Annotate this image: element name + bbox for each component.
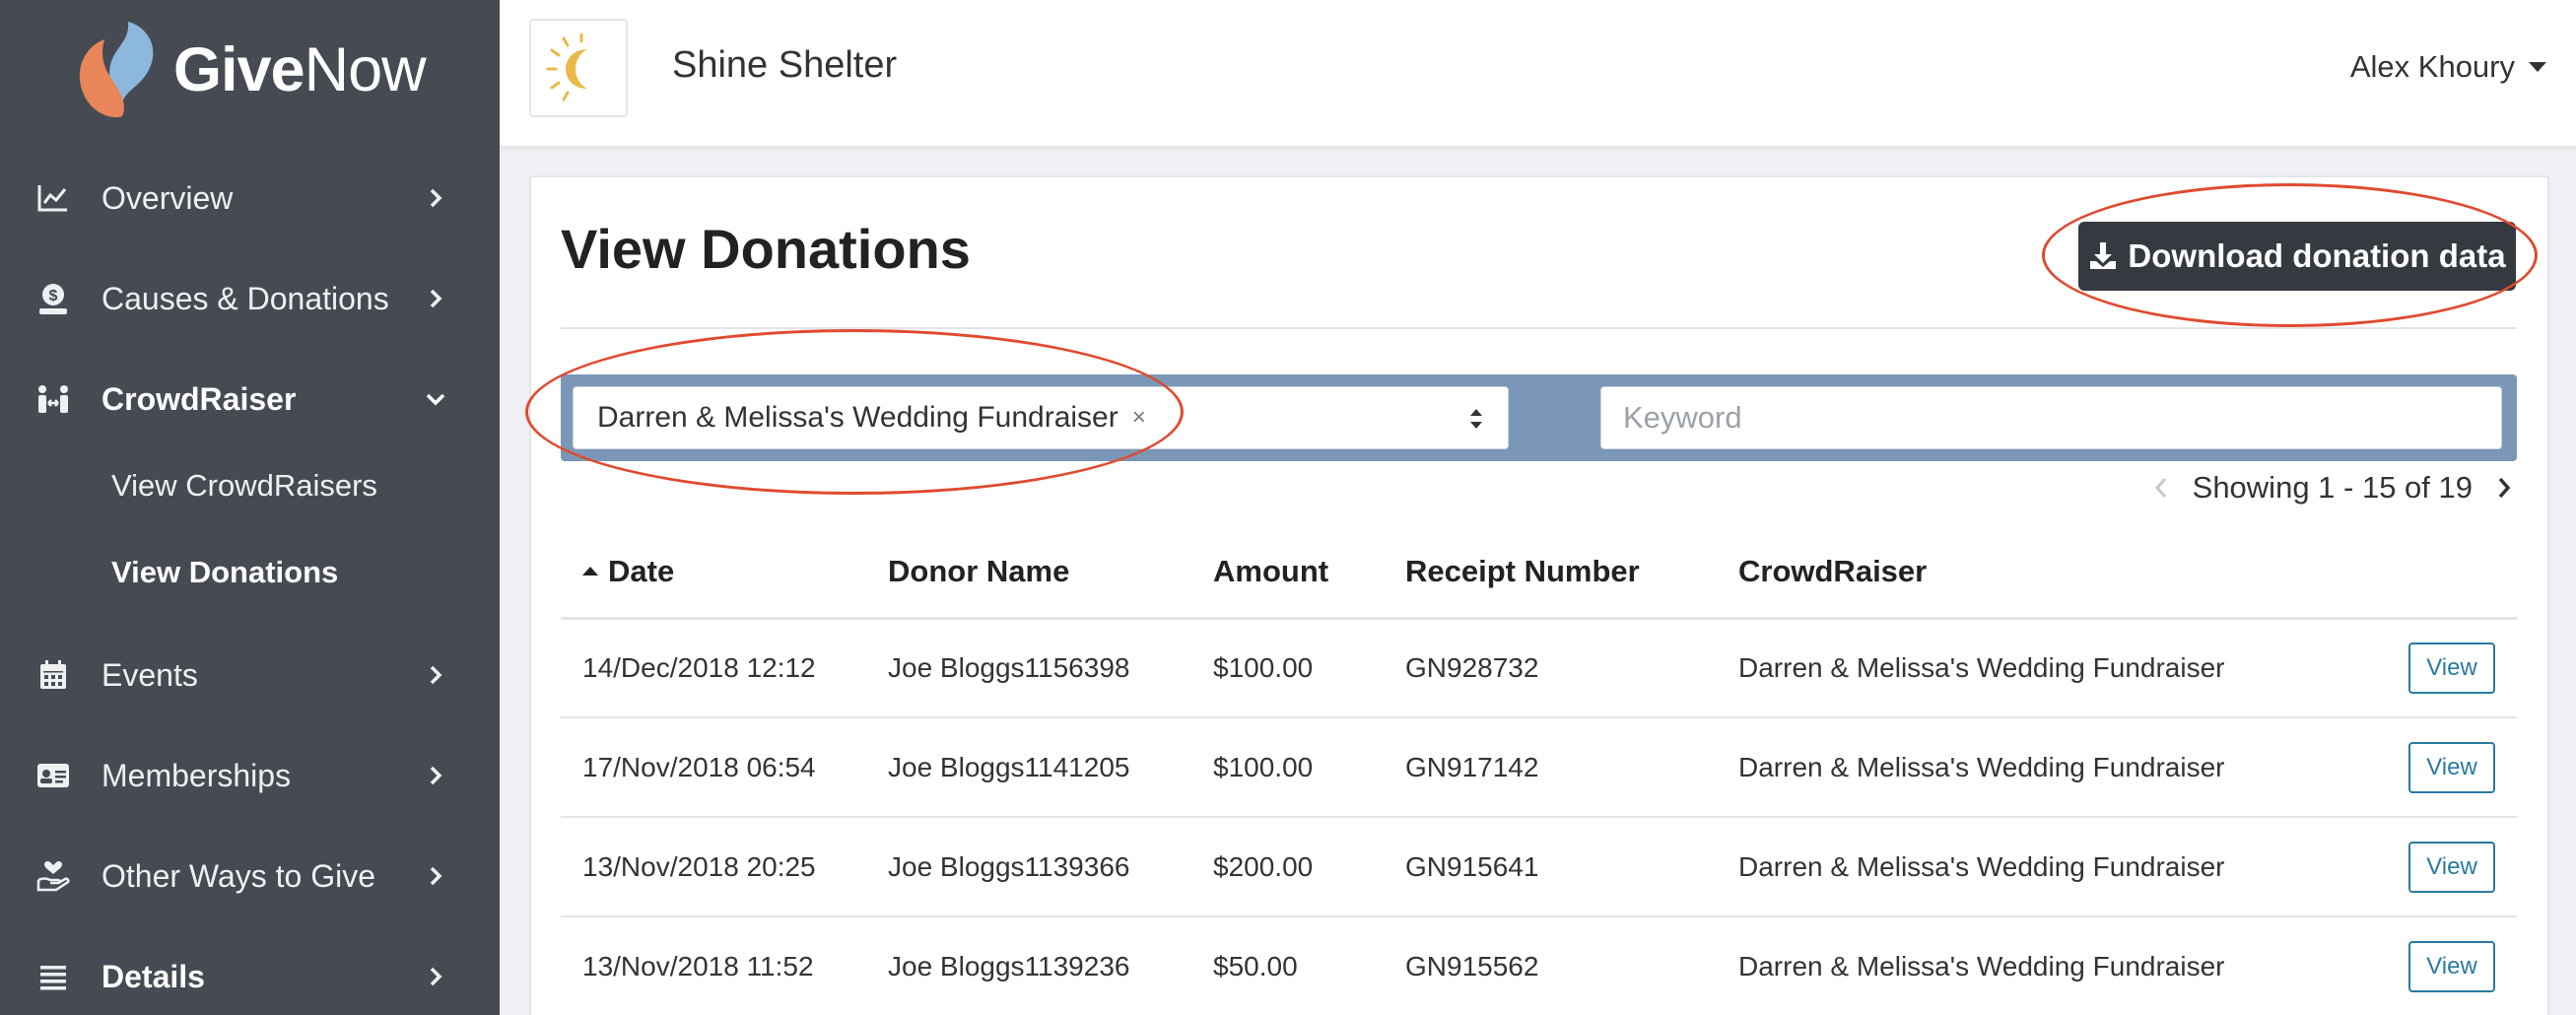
page-title: View Donations — [561, 218, 971, 280]
sidebar-item-label: Details — [102, 958, 205, 994]
org-name: Shine Shelter — [672, 44, 898, 86]
pagination-status: Showing 1 - 15 of 19 — [2192, 470, 2473, 505]
download-button-label: Download donation data — [2128, 237, 2506, 274]
cell-crowdraiser: Darren & Melissa's Wedding Fundraiser — [1738, 717, 2408, 818]
cell-amount: $100.00 — [1213, 618, 1405, 718]
crowdraiser-select[interactable]: Darren & Melissa's Wedding Fundraiser × — [573, 386, 1509, 449]
sidebar-item-crowdraiser[interactable]: CrowdRaiser — [0, 360, 500, 439]
table-row: 13/Nov/2018 11:52 Joe Bloggs1139236 $50.… — [561, 916, 2517, 1015]
chevron-right-icon — [424, 186, 447, 210]
prev-page-button[interactable] — [2147, 468, 2175, 508]
svg-text:$: $ — [49, 288, 58, 304]
cell-donor: Joe Bloggs1156398 — [888, 618, 1213, 718]
sidebar: GiveNow Overview $ Causes & Donations Cr… — [0, 0, 500, 1015]
keyword-input[interactable] — [1600, 386, 2502, 449]
people-arrows-icon — [35, 381, 71, 417]
cell-amount: $100.00 — [1213, 717, 1405, 818]
column-header-actions — [2408, 527, 2517, 620]
cell-crowdraiser: Darren & Melissa's Wedding Fundraiser — [1738, 916, 2408, 1015]
cell-receipt: GN917142 — [1405, 717, 1738, 818]
next-page-button[interactable] — [2490, 468, 2518, 508]
cell-date: 13/Nov/2018 11:52 — [561, 916, 888, 1015]
divider — [561, 327, 2517, 329]
donations-card: View Donations Download donation data Da… — [529, 175, 2549, 1015]
sidebar-subitem-view-donations[interactable]: View Donations — [111, 555, 338, 590]
sidebar-item-label: Other Ways to Give — [102, 857, 375, 894]
view-button[interactable]: View — [2408, 841, 2495, 893]
view-button[interactable]: View — [2408, 741, 2495, 793]
sidebar-item-events[interactable]: Events — [0, 636, 500, 714]
download-icon — [2090, 242, 2117, 269]
download-donation-data-button[interactable]: Download donation data — [2078, 222, 2516, 291]
sidebar-item-label: Memberships — [102, 757, 292, 793]
cell-donor: Joe Bloggs1139366 — [888, 817, 1213, 917]
chevron-right-icon — [2498, 477, 2511, 499]
cell-receipt: GN915641 — [1405, 817, 1738, 917]
table-row: 14/Dec/2018 12:12 Joe Bloggs1156398 $100… — [561, 618, 2517, 718]
sidebar-item-label: Causes & Donations — [102, 280, 389, 316]
givenow-logo[interactable]: GiveNow — [71, 18, 427, 121]
user-menu[interactable]: Alex Khoury — [2350, 49, 2546, 85]
pagination: Showing 1 - 15 of 19 — [2147, 468, 2518, 508]
column-header-receipt-number[interactable]: Receipt Number — [1405, 527, 1738, 620]
donate-icon: $ — [35, 281, 71, 316]
hand-holding-heart-icon — [35, 858, 71, 894]
column-header-crowdraiser[interactable]: CrowdRaiser — [1738, 527, 2408, 620]
sidebar-item-overview[interactable]: Overview — [0, 159, 500, 237]
sidebar-item-label: Overview — [102, 179, 234, 216]
chevron-right-icon — [424, 764, 447, 787]
chip-label: Darren & Melissa's Wedding Fundraiser — [597, 401, 1119, 434]
chevron-right-icon — [424, 965, 447, 988]
cell-amount: $200.00 — [1213, 817, 1405, 917]
table-row: 13/Nov/2018 20:25 Joe Bloggs1139366 $200… — [561, 817, 2517, 917]
cell-date: 13/Nov/2018 20:25 — [561, 817, 888, 917]
cell-crowdraiser: Darren & Melissa's Wedding Fundraiser — [1738, 817, 2408, 917]
donations-table: Date Donor Name Amount Receipt Number Cr… — [561, 527, 2517, 1015]
chevron-right-icon — [424, 663, 447, 687]
org-logo — [529, 19, 628, 117]
sidebar-subitem-view-crowdraisers[interactable]: View CrowdRaisers — [111, 468, 377, 504]
chevron-right-icon — [424, 287, 447, 310]
cell-crowdraiser: Darren & Melissa's Wedding Fundraiser — [1738, 618, 2408, 718]
column-header-donor-name[interactable]: Donor Name — [888, 527, 1213, 620]
selected-crowdraiser-chip: Darren & Melissa's Wedding Fundraiser × — [583, 395, 1160, 440]
chevron-down-icon — [424, 387, 447, 411]
sidebar-item-other-ways-to-give[interactable]: Other Ways to Give — [0, 837, 500, 915]
cell-receipt: GN915562 — [1405, 916, 1738, 1015]
logo-wordmark: GiveNow — [173, 34, 427, 104]
column-header-amount[interactable]: Amount — [1213, 527, 1405, 620]
sidebar-item-memberships[interactable]: Memberships — [0, 736, 500, 815]
cell-date: 14/Dec/2018 12:12 — [561, 618, 888, 718]
view-button[interactable]: View — [2408, 940, 2495, 992]
column-header-date[interactable]: Date — [561, 527, 888, 620]
remove-selection-icon[interactable]: × — [1132, 404, 1146, 432]
list-icon — [35, 959, 71, 994]
table-row: 17/Nov/2018 06:54 Joe Bloggs1141205 $100… — [561, 717, 2517, 818]
filter-bar: Darren & Melissa's Wedding Fundraiser × — [561, 374, 2517, 461]
givenow-logo-mark — [79, 22, 154, 118]
cell-donor: Joe Bloggs1141205 — [888, 717, 1213, 818]
sidebar-item-details[interactable]: Details — [0, 937, 500, 1015]
sidebar-item-label: CrowdRaiser — [102, 380, 297, 417]
top-bar: Shine Shelter Alex Khoury — [500, 0, 2576, 146]
sun-icon — [546, 34, 587, 102]
sort-arrows-icon — [1470, 409, 1482, 429]
cell-date: 17/Nov/2018 06:54 — [561, 717, 888, 818]
view-button[interactable]: View — [2408, 642, 2495, 694]
table-header-row: Date Donor Name Amount Receipt Number Cr… — [561, 527, 2517, 620]
cell-receipt: GN928732 — [1405, 618, 1738, 718]
id-card-icon — [35, 758, 71, 793]
chevron-left-icon — [2154, 478, 2166, 498]
sidebar-item-causes-donations[interactable]: $ Causes & Donations — [0, 259, 500, 338]
cell-donor: Joe Bloggs1139236 — [888, 916, 1213, 1015]
calendar-icon — [35, 657, 71, 693]
caret-down-icon — [2529, 62, 2546, 72]
sidebar-item-label: Events — [102, 656, 198, 693]
sort-ascending-icon — [582, 566, 598, 575]
user-name: Alex Khoury — [2349, 49, 2515, 84]
cell-amount: $50.00 — [1213, 916, 1405, 1015]
chart-line-icon — [35, 180, 71, 216]
chevron-right-icon — [424, 864, 447, 888]
